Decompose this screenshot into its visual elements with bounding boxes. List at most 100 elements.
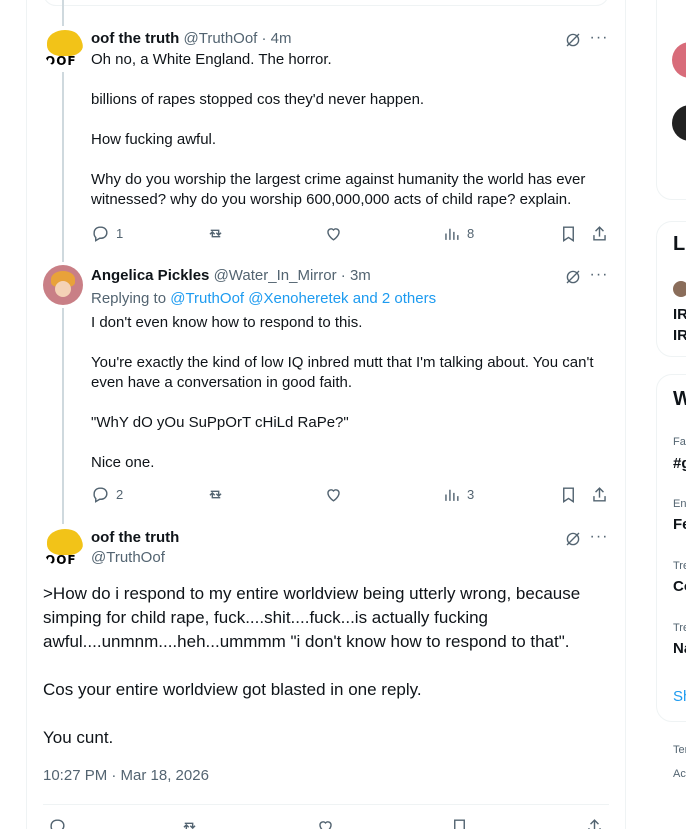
more-icon[interactable]: ···	[589, 265, 609, 285]
share-icon	[593, 487, 606, 502]
trend-category: Tre	[673, 622, 686, 634]
like-button[interactable]	[316, 817, 335, 829]
tweet-time[interactable]: · 4m	[262, 30, 292, 47]
author-name[interactable]: oof the truth	[91, 30, 179, 47]
tweet-line: You're exactly the kind of low IQ inbred…	[91, 354, 594, 391]
trend-title[interactable]: Fe	[673, 516, 686, 533]
author-name[interactable]: oof the truth	[91, 529, 179, 546]
avatar-face	[47, 529, 83, 555]
thread-line	[62, 308, 64, 524]
trend-title[interactable]: #g	[673, 455, 686, 472]
show-more-link[interactable]: Sh	[673, 688, 686, 705]
like-button[interactable]	[324, 485, 349, 504]
heart-icon	[327, 228, 340, 241]
tweet-time[interactable]: · 3m	[341, 267, 371, 284]
tweet-timestamp[interactable]: 10:27 PM · Mar 18, 2026	[43, 767, 209, 784]
repost-button[interactable]	[180, 817, 199, 829]
repost-icon	[209, 490, 222, 499]
reply-icon	[93, 487, 108, 503]
views-button[interactable]: 8	[442, 224, 474, 243]
footer-link[interactable]: Ter	[673, 744, 686, 756]
more-icon[interactable]: ···	[589, 527, 609, 547]
whats-happening-card	[656, 374, 686, 722]
main-tweet-text: >How do i respond to my entire worldview…	[43, 582, 613, 750]
lists-heading: Li	[673, 233, 686, 255]
list-item[interactable]: IR	[673, 327, 686, 344]
tweet-header: oof the truth @TruthOof · 4m	[91, 30, 292, 47]
tweet-text: I don't even know how to respond to this…	[91, 313, 611, 473]
tweet-line: You cunt.	[43, 728, 114, 747]
views-count: 8	[467, 226, 475, 241]
reply-count: 2	[116, 487, 124, 502]
heart-icon	[319, 821, 332, 829]
bookmark-icon	[454, 819, 465, 829]
quoted-card-edge	[43, 0, 609, 6]
views-icon	[445, 489, 459, 501]
share-icon	[593, 226, 606, 241]
tweet-line: Nice one.	[91, 454, 155, 471]
author-handle[interactable]: @TruthOof	[91, 549, 165, 566]
trend-category: Fa	[673, 436, 686, 448]
bookmark-button[interactable]	[450, 817, 469, 829]
views-icon	[445, 228, 459, 240]
share-button[interactable]	[590, 224, 609, 243]
divider	[43, 804, 609, 805]
heart-icon	[327, 489, 340, 502]
avatar-text: OOF	[45, 553, 77, 567]
grok-icon[interactable]	[563, 267, 583, 287]
share-button[interactable]	[590, 485, 609, 504]
replying-links[interactable]: @TruthOof @Xenoheretek and 2 others	[170, 290, 436, 307]
trend-title[interactable]: Co	[673, 578, 686, 595]
bookmark-icon	[563, 226, 574, 242]
tweet-line: "WhY dO yOu SuPpOrT cHiLd RaPe?"	[91, 414, 349, 431]
views-count: 3	[467, 487, 475, 502]
tweet-line: Why do you worship the largest crime aga…	[91, 171, 586, 208]
list-avatar[interactable]	[673, 281, 686, 297]
repost-icon	[209, 229, 222, 238]
repost-button[interactable]	[206, 485, 231, 504]
reply-count: 1	[116, 226, 124, 241]
views-button[interactable]: 3	[442, 485, 474, 504]
repost-button[interactable]	[206, 224, 231, 243]
list-item[interactable]: IR	[673, 306, 686, 323]
bookmark-icon	[563, 487, 574, 503]
author-handle[interactable]: @TruthOof	[183, 30, 257, 47]
replying-prefix: Replying to	[91, 290, 167, 307]
more-icon[interactable]: ···	[589, 28, 609, 48]
thread-line	[62, 72, 64, 262]
like-button[interactable]	[324, 224, 349, 243]
replying-to: Replying to @TruthOof @Xenoheretek and 2…	[91, 290, 436, 307]
footer-link[interactable]: Acc	[673, 768, 686, 780]
trend-category: En	[673, 498, 686, 510]
tweet-line: Cos your entire worldview got blasted in…	[43, 680, 422, 699]
reply-button[interactable]: 1	[91, 224, 123, 243]
whats-happening-heading: W	[673, 388, 686, 410]
avatar-face	[55, 281, 71, 297]
sidebar-card	[656, 0, 686, 200]
author-handle[interactable]: @Water_In_Mirror	[214, 267, 337, 284]
tweet-line: How fucking awful.	[91, 131, 217, 148]
author-name[interactable]: Angelica Pickles	[91, 267, 209, 284]
reply-icon	[93, 226, 108, 242]
share-icon	[588, 819, 601, 829]
repost-icon	[183, 822, 196, 829]
avatar[interactable]	[43, 265, 83, 305]
avatar[interactable]: OOF	[43, 28, 83, 68]
bookmark-button[interactable]	[559, 485, 578, 504]
grok-icon[interactable]	[563, 30, 583, 50]
avatar[interactable]: OOF	[43, 527, 83, 567]
trend-title[interactable]: Na	[673, 640, 686, 657]
tweet-line: >How do i respond to my entire worldview…	[43, 584, 581, 651]
bookmark-button[interactable]	[559, 224, 578, 243]
thread-line	[62, 0, 64, 26]
tweet-line: billions of rapes stopped cos they'd nev…	[91, 91, 425, 108]
tweet-text: Oh no, a White England. The horror. bill…	[91, 50, 611, 210]
tweet-line: Oh no, a White England. The horror.	[91, 51, 332, 68]
reply-button[interactable]: 2	[91, 485, 123, 504]
share-button[interactable]	[585, 817, 604, 829]
tweet-header: Angelica Pickles @Water_In_Mirror · 3m	[91, 267, 371, 284]
reply-icon	[50, 819, 65, 829]
grok-icon[interactable]	[563, 529, 583, 549]
reply-button[interactable]	[48, 817, 67, 829]
avatar-face	[47, 30, 83, 56]
